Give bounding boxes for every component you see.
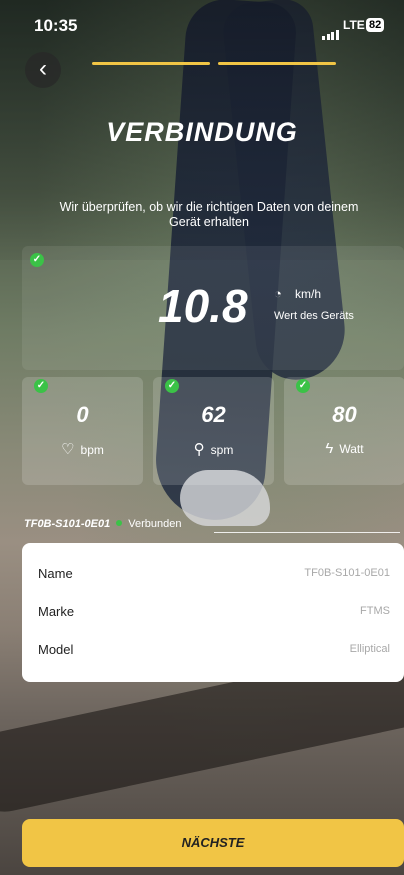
power-value: 80	[332, 402, 357, 427]
heart-rate-check-icon: ✓	[34, 379, 48, 393]
chevron-left-icon: ‹	[39, 55, 47, 82]
info-value: TF0B-S101-0E01	[304, 567, 390, 579]
progress-step-1	[92, 62, 210, 65]
network-label: LTE	[343, 18, 365, 32]
page-subtitle: Wir überprüfen, ob wir die richtigen Dat…	[59, 200, 359, 229]
heart-rate-value: 0	[76, 402, 89, 427]
speed-unit: km/h	[295, 287, 322, 301]
device-info-card: Name TF0B-S101-0E01 Marke FTMS Model Ell…	[22, 543, 404, 682]
progress-step-2	[218, 62, 336, 65]
connected-dot-icon	[116, 520, 123, 526]
signal-icon	[322, 22, 340, 40]
metric-card-cadence: ✓ 62 ⚲ spm	[153, 377, 274, 485]
connection-screen: 10:35 LTE 82 ‹ VERBINDUNG Wir überprüfen…	[0, 0, 404, 875]
cadence-value: 62	[201, 402, 226, 427]
info-row-name: Name TF0B-S101-0E01	[22, 556, 404, 594]
back-button[interactable]: ‹	[25, 52, 61, 88]
info-value: FTMS	[360, 605, 390, 617]
speed-value: 10.8	[158, 280, 248, 332]
metric-card-power: ✓ 80 ϟ Watt	[284, 377, 404, 485]
heart-rate-unit: bpm	[80, 443, 104, 457]
cadence-check-icon: ✓	[165, 379, 179, 393]
status-bar: 10:35 LTE 82	[0, 0, 404, 44]
divider	[214, 532, 400, 533]
speed-check-icon: ✓	[30, 253, 44, 267]
info-row-model: Model Elliptical	[22, 632, 404, 670]
status-time: 10:35	[34, 16, 78, 35]
lightning-icon: ϟ	[325, 440, 334, 457]
power-unit: Watt	[339, 442, 364, 456]
footsteps-icon: ⚲	[193, 441, 205, 458]
heart-icon: ♡	[61, 441, 75, 458]
device-status-line: TF0B-S101-0E01 Verbunden	[24, 518, 181, 530]
speed-subtitle: Wert des Geräts	[274, 310, 354, 322]
battery-icon: 82	[366, 18, 385, 32]
info-row-brand: Marke FTMS	[22, 594, 404, 632]
speedometer-icon: ◔	[274, 286, 282, 301]
info-label: Model	[38, 642, 74, 657]
next-button[interactable]: NÄCHSTE	[22, 819, 404, 867]
info-value: Elliptical	[349, 643, 390, 655]
info-label: Marke	[38, 604, 75, 619]
cadence-unit: spm	[210, 443, 234, 457]
info-label: Name	[38, 566, 73, 581]
metric-card-heart-rate: ✓ 0 ♡ bpm	[22, 377, 143, 485]
device-id: TF0B-S101-0E01	[24, 518, 111, 530]
device-status: Verbunden	[128, 518, 182, 530]
power-check-icon: ✓	[296, 379, 310, 393]
page-title: VERBINDUNG	[106, 117, 298, 147]
